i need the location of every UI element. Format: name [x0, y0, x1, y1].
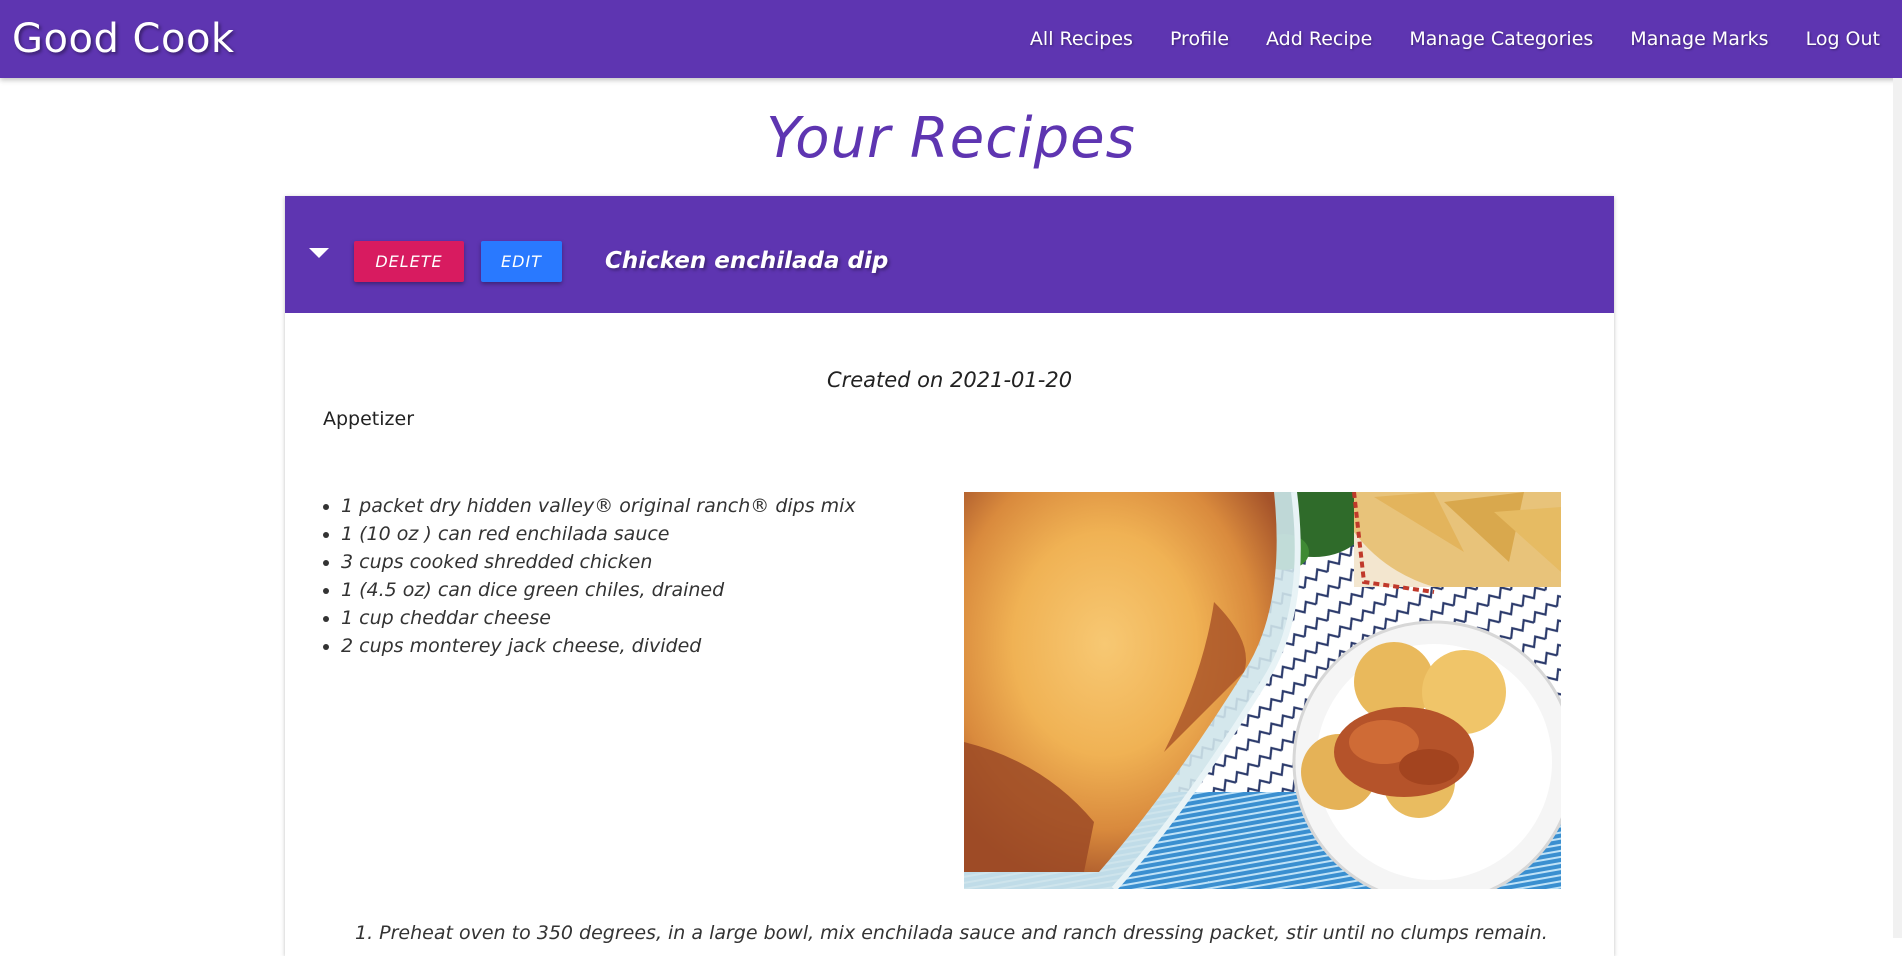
ingredient-item: 1 (4.5 oz) can dice green chiles, draine…	[341, 576, 856, 604]
page-title: Your Recipes	[766, 106, 1136, 171]
brand-logo[interactable]: Good Cook	[12, 0, 235, 78]
recipe-card: DELETE EDIT Chicken enchilada dip Create…	[285, 196, 1614, 956]
nav-log-out[interactable]: Log Out	[1806, 28, 1880, 50]
nav-manage-marks[interactable]: Manage Marks	[1630, 28, 1768, 50]
nav-profile[interactable]: Profile	[1170, 28, 1229, 50]
edit-button[interactable]: EDIT	[481, 241, 562, 282]
ingredient-item: 1 (10 oz ) can red enchilada sauce	[341, 520, 856, 548]
ingredient-item: 2 cups monterey jack cheese, divided	[341, 632, 856, 660]
ingredient-item: 3 cups cooked shredded chicken	[341, 548, 856, 576]
ingredient-item: 1 cup cheddar cheese	[341, 604, 856, 632]
nav-links: All Recipes Profile Add Recipe Manage Ca…	[993, 28, 1880, 50]
created-date: Created on 2021-01-20	[826, 368, 1073, 392]
nav-add-recipe[interactable]: Add Recipe	[1266, 28, 1372, 50]
recipe-category: Appetizer	[323, 408, 415, 430]
recipe-card-header[interactable]: DELETE EDIT Chicken enchilada dip	[285, 196, 1614, 313]
ingredients-list: 1 packet dry hidden valley® original ran…	[323, 492, 856, 660]
page-scrollbar[interactable]	[1893, 78, 1902, 938]
nav-all-recipes[interactable]: All Recipes	[1030, 28, 1133, 50]
caret-down-icon[interactable]	[309, 248, 329, 258]
nav-manage-categories[interactable]: Manage Categories	[1409, 28, 1593, 50]
ingredient-item: 1 packet dry hidden valley® original ran…	[341, 492, 856, 520]
recipe-title: Chicken enchilada dip	[605, 248, 889, 274]
navbar: Good Cook All Recipes Profile Add Recipe…	[0, 0, 1902, 78]
delete-button[interactable]: DELETE	[354, 241, 464, 282]
steps-list: 1. Preheat oven to 350 degrees, in a lar…	[355, 922, 1548, 944]
step-item: 1. Preheat oven to 350 degrees, in a lar…	[355, 922, 1548, 944]
recipe-photo	[964, 492, 1561, 889]
